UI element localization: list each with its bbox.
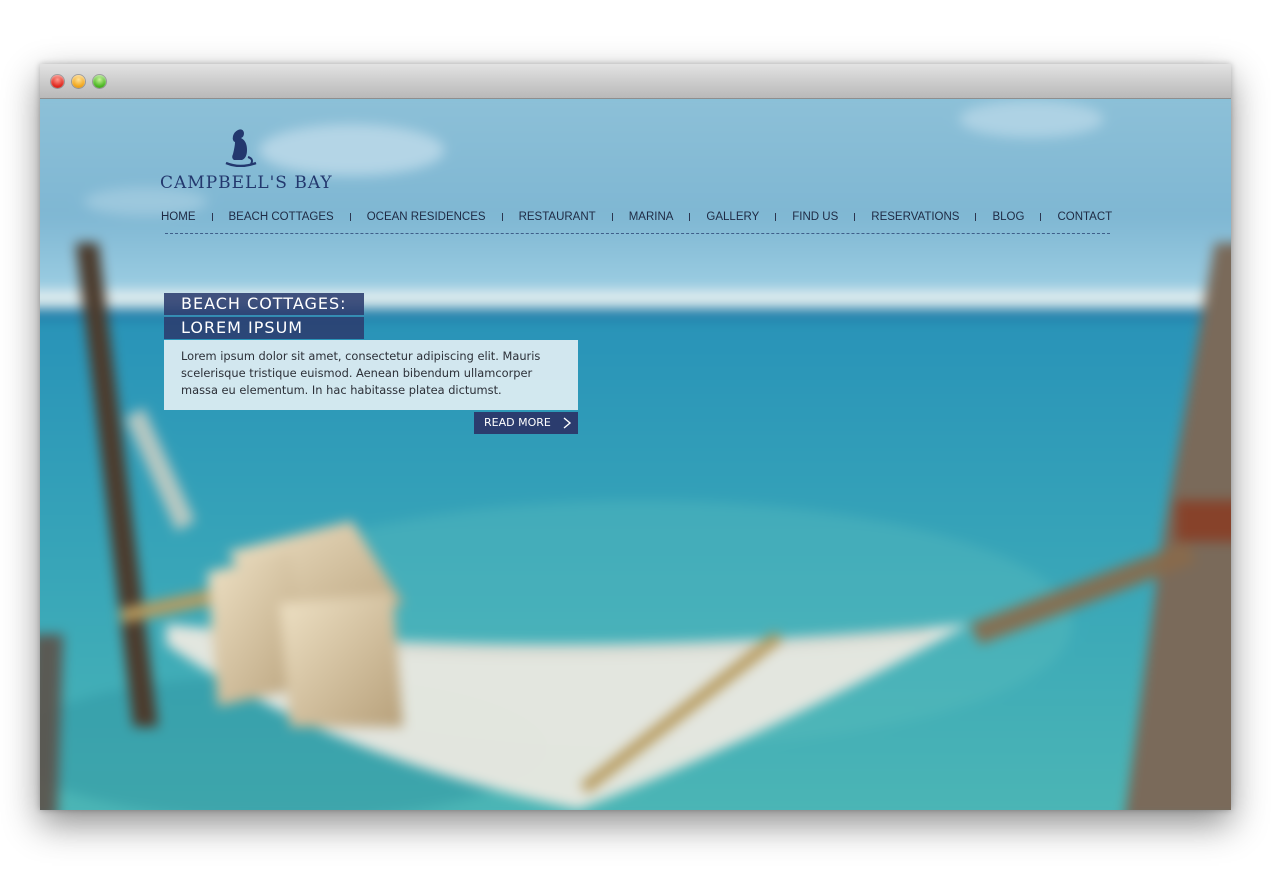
nav-item-gallery[interactable]: GALLERY: [706, 211, 759, 223]
nav-item-restaurant[interactable]: RESTAURANT: [519, 211, 596, 223]
nav-separator: [501, 213, 503, 221]
nav-divider: [165, 233, 1110, 234]
minimize-button[interactable]: [72, 75, 85, 88]
brand-name: CAMPBELL'S BAY: [160, 173, 333, 193]
nav-separator: [775, 213, 777, 221]
nav-item-reservations[interactable]: RESERVATIONS: [871, 211, 959, 223]
window-titlebar[interactable]: [40, 64, 1231, 99]
nav-separator: [349, 213, 351, 221]
main-nav: HOME BEACH COTTAGES OCEAN RESIDENCES RES…: [161, 207, 1112, 227]
nav-item-marina[interactable]: MARINA: [629, 211, 674, 223]
zoom-button[interactable]: [93, 75, 106, 88]
browser-window: CAMPBELL'S BAY HOME BEACH COTTAGES OCEAN…: [40, 64, 1231, 810]
nav-item-beach-cottages[interactable]: BEACH COTTAGES: [229, 211, 334, 223]
nav-separator: [854, 213, 856, 221]
nav-separator: [975, 213, 977, 221]
chevron-right-icon: [563, 417, 572, 429]
nav-separator: [1040, 213, 1042, 221]
feature-headline-line1: BEACH COTTAGES:: [164, 293, 364, 315]
close-button[interactable]: [51, 75, 64, 88]
site-logo[interactable]: CAMPBELL'S BAY: [160, 127, 333, 197]
nav-item-find-us[interactable]: FIND US: [792, 211, 838, 223]
read-more-button[interactable]: READ MORE: [474, 412, 578, 434]
monkey-logo-icon: [225, 129, 257, 167]
feature-headline-line2: LOREM IPSUM: [164, 317, 364, 339]
feature-excerpt: Lorem ipsum dolor sit amet, consectetur …: [164, 340, 578, 410]
nav-item-blog[interactable]: BLOG: [992, 211, 1024, 223]
nav-item-contact[interactable]: CONTACT: [1057, 211, 1112, 223]
nav-separator: [211, 213, 213, 221]
nav-item-home[interactable]: HOME: [161, 211, 196, 223]
nav-separator: [689, 213, 691, 221]
nav-item-ocean-residences[interactable]: OCEAN RESIDENCES: [367, 211, 486, 223]
nav-separator: [611, 213, 613, 221]
hero-background-image: [40, 99, 1231, 810]
page-viewport: CAMPBELL'S BAY HOME BEACH COTTAGES OCEAN…: [40, 99, 1231, 810]
read-more-label: READ MORE: [484, 416, 551, 429]
